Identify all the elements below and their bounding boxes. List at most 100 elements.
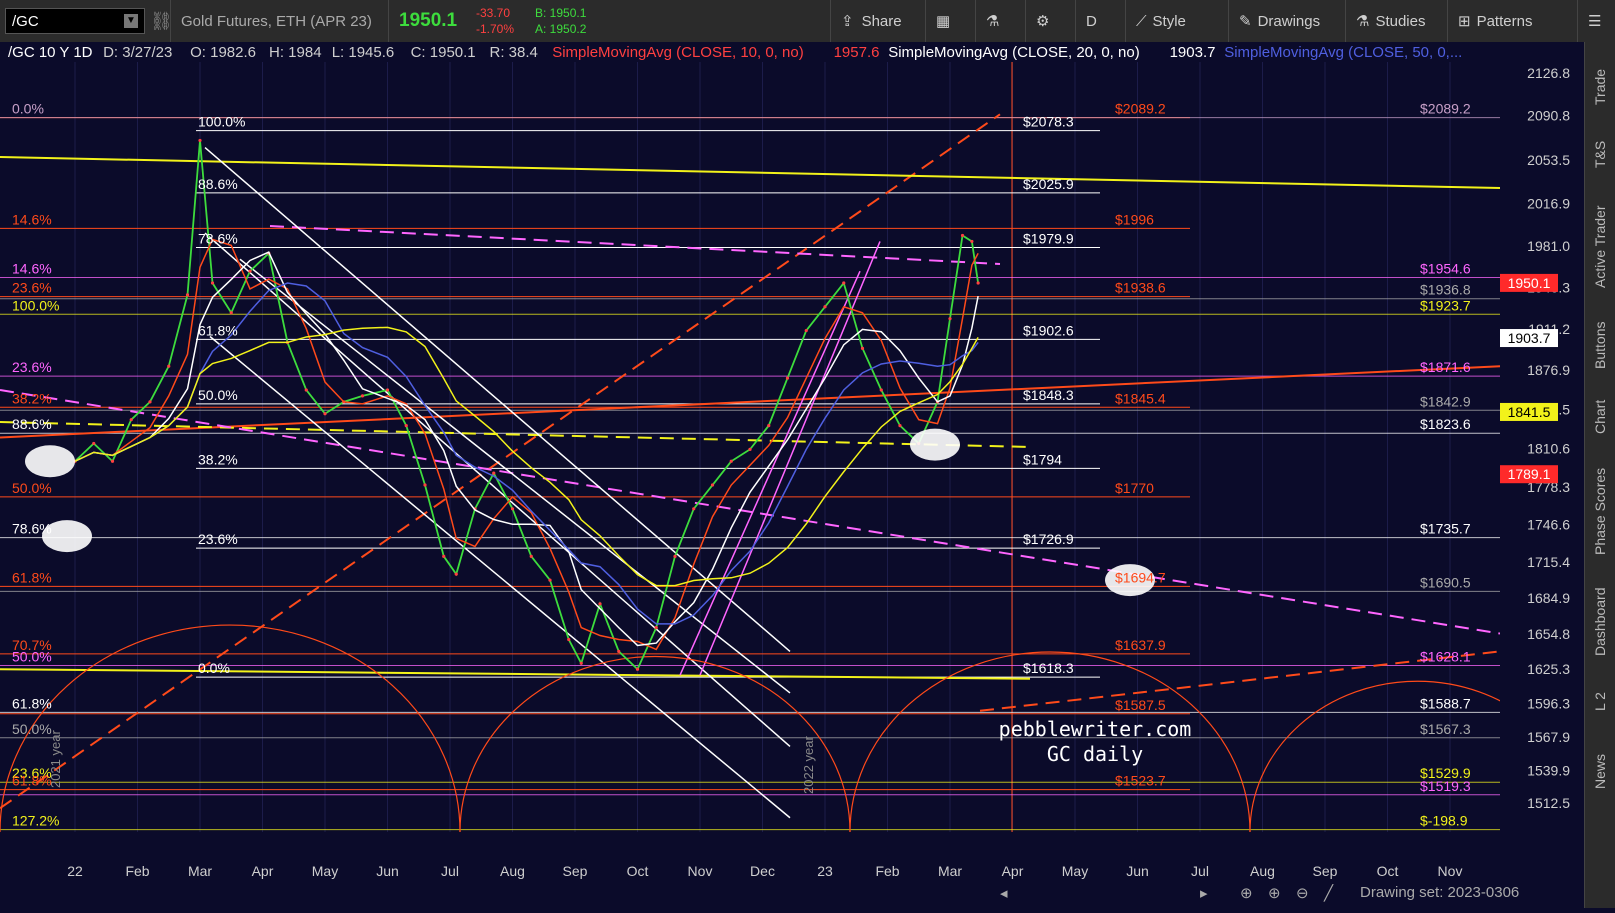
price-chart[interactable]: 100.0% 88.6% 78.6% 61.8% 50.0% 38.2% 23.6% 0.0%… <box>0 42 1586 908</box>
patterns-button[interactable]: ⊞ Patterns <box>1447 0 1532 42</box>
pencil-icon: ✎ <box>1239 13 1252 30</box>
x-tick-label: Oct <box>1377 863 1399 879</box>
crosshair-icon[interactable]: ⊕ <box>1240 884 1253 902</box>
tab-t-s[interactable]: T&S <box>1585 124 1615 184</box>
x-tick-label: Jul <box>441 863 459 879</box>
tab-trade[interactable]: Trade <box>1585 52 1615 122</box>
price-point <box>167 364 171 368</box>
right-sidebar: Trade T&S Active Trader Buttons Chart Phase S… <box>1584 42 1615 908</box>
highlight-ellipse <box>910 428 960 461</box>
fib-right-label: $2025.9 <box>1023 176 1074 192</box>
grid-button[interactable]: ▦ <box>925 0 950 42</box>
drawings-button[interactable]: ✎ Drawings <box>1228 0 1320 42</box>
orange-level-label: $1996 <box>1115 211 1154 227</box>
x-tick-label: Jun <box>1126 863 1149 879</box>
legend-item: SimpleMovingAvg (CLOSE, 10, 0, no) <box>552 44 804 61</box>
left-pct-label: 50.0% <box>12 721 52 737</box>
fib-left-label: 23.6% <box>198 531 238 547</box>
x-tick-label: Sep <box>563 863 588 879</box>
symbol-description: Gold Futures, ETH (APR 23) <box>170 0 372 42</box>
price-point <box>617 649 621 653</box>
left-pct-label: 0.0% <box>12 101 44 117</box>
y-tick-label: 1625.3 <box>1527 661 1570 677</box>
price-point <box>785 376 790 380</box>
fib-right-label: $2078.3 <box>1023 114 1074 130</box>
orange-level-label: $1770 <box>1115 480 1154 496</box>
price-point <box>948 317 952 321</box>
menu-button[interactable]: ☰ <box>1577 0 1601 42</box>
price-tag-label: 1903.7 <box>1508 330 1551 346</box>
share-icon: ⇪ <box>841 13 854 30</box>
left-pct-label: 61.8% <box>12 695 52 711</box>
flask-button[interactable]: ⚗ <box>975 0 999 42</box>
left-pct-label: 61.8% <box>12 569 52 585</box>
y-tick-label: 1715.4 <box>1527 554 1570 570</box>
price-point <box>548 578 552 582</box>
legend-item: O: 1982.6 <box>190 44 256 61</box>
chevron-down-icon[interactable]: ▼ <box>124 14 138 28</box>
tab-dashboard[interactable]: Dashboard <box>1585 577 1615 667</box>
fib-left-label: 38.2% <box>198 451 238 467</box>
price-point <box>710 483 715 487</box>
tab-buttons[interactable]: Buttons <box>1585 310 1615 380</box>
zoom-in-icon[interactable]: ⊕ <box>1268 884 1281 902</box>
price-point <box>804 328 808 333</box>
y-tick-label: 1810.6 <box>1527 441 1570 457</box>
price-point <box>654 626 658 630</box>
symbol-text: /GC <box>12 12 39 30</box>
y-tick-label: 2053.5 <box>1527 152 1570 168</box>
price-tag-label: 1789.1 <box>1508 466 1551 482</box>
left-pct-label: 14.6% <box>12 261 52 277</box>
far-right-level-label: $1842.9 <box>1420 393 1471 409</box>
price-point <box>598 602 602 606</box>
gear-icon: ⚙ <box>1036 13 1050 30</box>
fib-left-label: 100.0% <box>198 114 245 130</box>
studies-button[interactable]: ⚗ Studies <box>1345 0 1426 42</box>
chart-area[interactable]: 100.0% 88.6% 78.6% 61.8% 50.0% 38.2% 23.6% 0.0%… <box>0 42 1586 908</box>
scroll-right-icon[interactable]: ▸ <box>1200 884 1208 902</box>
tab-chart[interactable]: Chart <box>1585 387 1615 447</box>
fib-right-label: $1794 <box>1023 451 1062 467</box>
tab-active-trader[interactable]: Active Trader <box>1585 192 1615 302</box>
period-button[interactable]: D <box>1075 0 1122 42</box>
price-point <box>423 483 427 487</box>
highlight-ellipse <box>25 445 75 478</box>
legend-item: D: 3/27/23 <box>103 44 172 61</box>
patterns-label: Patterns <box>1476 12 1533 30</box>
y-tick-label: 1567.9 <box>1527 729 1570 745</box>
draw-icon[interactable]: ╱ <box>1324 884 1333 902</box>
left-pct-label: 23.6% <box>12 359 52 375</box>
left-pct-label: 50.0% <box>12 480 52 496</box>
left-pct-label: 127.2% <box>12 813 59 829</box>
net-change-pct: -1.70% <box>476 21 515 36</box>
price-point <box>404 424 408 428</box>
price-point <box>970 239 974 244</box>
price-point <box>767 424 771 428</box>
style-icon: ⟋ <box>1136 12 1147 30</box>
zoom-out-icon[interactable]: ⊖ <box>1296 884 1309 902</box>
settings-button[interactable]: ⚙ <box>1025 0 1049 42</box>
x-tick-label: Sep <box>1313 863 1338 879</box>
far-right-level-label: $1923.7 <box>1420 297 1471 313</box>
left-pct-label: 78.6% <box>12 521 52 537</box>
tab-news[interactable]: News <box>1585 736 1615 806</box>
y-tick-label: 1654.8 <box>1527 626 1570 642</box>
far-right-level-label: $1588.7 <box>1420 695 1471 711</box>
watermark-line2: GC daily <box>1047 742 1143 766</box>
menu-icon: ☰ <box>1588 13 1602 30</box>
style-button[interactable]: ⟋ Style <box>1125 0 1186 42</box>
tab-phase-scores[interactable]: Phase Scores <box>1585 454 1615 569</box>
symbol-input[interactable]: /GC ▼ <box>5 8 145 34</box>
scroll-left-icon[interactable]: ◂ <box>1000 884 1008 902</box>
tab-l-2[interactable]: L 2 <box>1585 674 1615 729</box>
x-tick-label: Feb <box>875 863 899 879</box>
share-button[interactable]: ⇪ Share <box>830 0 902 42</box>
far-right-level-label: $1954.6 <box>1420 261 1471 277</box>
y-tick-label: 1746.6 <box>1527 517 1570 533</box>
y-tick-label: 2016.9 <box>1527 196 1570 212</box>
price-point <box>976 281 980 285</box>
style-label: Style <box>1152 12 1186 30</box>
legend-item: L: 1945.6 <box>332 44 395 61</box>
x-tick-label: 22 <box>67 863 83 879</box>
left-pct-label: 14.6% <box>12 211 52 227</box>
